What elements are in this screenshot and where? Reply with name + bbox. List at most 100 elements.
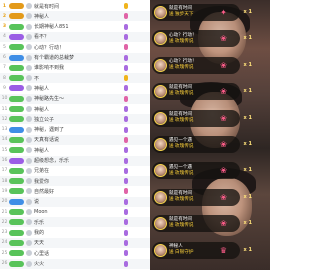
username[interactable]: 心动？行动！ xyxy=(34,44,122,51)
username[interactable]: 独立公子 xyxy=(34,116,122,123)
username[interactable]: 心里话 xyxy=(34,250,122,257)
gift-icon: ❀ xyxy=(220,34,227,44)
avatar xyxy=(26,167,32,174)
user-level-badge xyxy=(9,239,24,246)
gift-text: 就是有时间送 玫瑰传说 xyxy=(169,111,193,124)
gift-icon: ❀ xyxy=(220,60,227,70)
ranking-row[interactable]: 9 神秘人 xyxy=(0,83,150,93)
username[interactable]: 我的 xyxy=(34,229,122,236)
username[interactable]: 天天 xyxy=(34,239,122,246)
username[interactable]: 兄弟在 xyxy=(34,167,122,174)
avatar xyxy=(26,85,32,92)
rank-number: 22 xyxy=(1,219,8,225)
contribution-badge xyxy=(124,229,150,236)
avatar xyxy=(26,13,32,20)
ranking-row[interactable]: 6 有个霸道的总裁梦 xyxy=(0,52,150,63)
username[interactable]: 超级想念，乐乐 xyxy=(34,157,122,164)
ranking-row[interactable]: 16 超级想念，乐乐 xyxy=(0,155,150,166)
ranking-row[interactable]: 2 神秘人 xyxy=(0,11,150,22)
ranking-row[interactable]: 5 心动？行动！ xyxy=(0,42,150,52)
user-level-badge xyxy=(9,116,24,123)
username[interactable]: 神秘人 xyxy=(34,147,122,154)
user-level-badge xyxy=(9,23,24,30)
avatar xyxy=(26,44,32,51)
contribution-badge xyxy=(124,13,150,20)
username[interactable]: 乐乐 xyxy=(34,219,122,226)
gift-action: 送 玫瑰传说 xyxy=(169,38,194,44)
avatar xyxy=(26,33,32,40)
username[interactable]: 天真有话说 xyxy=(34,136,122,143)
ranking-row[interactable]: 10 神秘路先生～ xyxy=(0,93,150,104)
username[interactable]: 神秘路先生～ xyxy=(34,95,122,102)
username[interactable]: 火火 xyxy=(34,260,122,267)
fan-badge xyxy=(124,116,128,123)
username[interactable]: 有个霸道的总裁梦 xyxy=(34,54,122,61)
ranking-row[interactable]: 25 心里话 xyxy=(0,248,150,258)
ranking-row[interactable]: 26 火火 xyxy=(0,258,150,269)
ranking-row[interactable]: 11 神秘人 xyxy=(0,104,150,114)
fan-badge xyxy=(124,44,128,51)
ranking-row[interactable]: 21 Moon xyxy=(0,207,150,217)
user-level-badge xyxy=(9,44,24,51)
contribution-badge xyxy=(124,126,150,133)
live-stream-view[interactable]: 就是有时间送 独步天下 ✦ x 1 心动？行动！送 玫瑰传说 ❀ x 1 心动？行动！送 玫… xyxy=(150,0,270,270)
username[interactable]: 看不？ xyxy=(34,33,122,40)
ranking-row[interactable]: 8不 xyxy=(0,73,150,84)
contribution-badge xyxy=(124,3,150,10)
user-level-badge xyxy=(9,157,24,164)
gift-sender: 就是有时间 xyxy=(169,190,192,196)
gift-text: 心动？行动！送 玫瑰传说 xyxy=(169,59,197,71)
ranking-row[interactable]: 18 我爱你 xyxy=(0,176,150,187)
username[interactable]: Moon xyxy=(34,209,122,215)
ranking-row[interactable]: 4 看不？ xyxy=(0,31,150,43)
ranking-row[interactable]: 12 独立公子 xyxy=(0,114,150,125)
username[interactable]: 不 xyxy=(34,75,122,82)
ranking-row[interactable]: 20 说 xyxy=(0,196,150,207)
username[interactable]: 就是有时间 xyxy=(34,3,122,10)
fan-badge xyxy=(124,33,128,40)
ranking-row[interactable]: 13 神秘，遇到了 xyxy=(0,125,150,135)
fan-badge xyxy=(124,126,128,133)
rank-number: 18 xyxy=(1,178,8,184)
ranking-row[interactable]: 19 自然最好 xyxy=(0,186,150,196)
fan-badge xyxy=(124,23,128,30)
fan-badge xyxy=(124,167,128,174)
ranking-row[interactable]: 14 天真有话说 xyxy=(0,134,150,146)
contribution-badge xyxy=(124,239,150,246)
username[interactable]: 说 xyxy=(34,198,122,205)
rank-number: 26 xyxy=(1,261,8,267)
username[interactable]: 自然最好 xyxy=(34,188,122,195)
gift-action: 送 独步天下 xyxy=(169,12,194,18)
username[interactable]: 长期神秘人851 xyxy=(34,23,122,30)
ranking-row[interactable]: 7 谁影响不到我 xyxy=(0,63,150,73)
user-level-badge xyxy=(9,209,24,216)
gift-action: 送 玫瑰传说 xyxy=(169,223,194,229)
ranking-row[interactable]: 3 长期神秘人851 xyxy=(0,22,150,32)
gift-count: x 1 xyxy=(243,167,252,174)
fan-badge xyxy=(124,3,128,10)
user-level-badge xyxy=(9,260,24,267)
user-level-badge xyxy=(9,250,24,257)
gift-notification: 遇见一个遇送 玫瑰传说 ❀ x 1 xyxy=(152,136,252,153)
ranking-row[interactable]: 23 我的 xyxy=(0,228,150,238)
ranking-row[interactable]: 1 就是有时间 xyxy=(0,1,150,11)
contribution-badge xyxy=(124,178,150,185)
rank-number: 1 xyxy=(2,3,7,9)
ranking-row[interactable]: 17 兄弟在 xyxy=(0,166,150,176)
username[interactable]: 我爱你 xyxy=(34,178,122,185)
rank-number: 5 xyxy=(3,44,6,50)
gift-count: x 1 xyxy=(243,246,252,253)
avatar xyxy=(26,198,32,205)
username[interactable]: 神秘人 xyxy=(34,106,122,113)
username[interactable]: 谁影响不到我 xyxy=(34,64,122,71)
user-level-badge xyxy=(9,219,24,226)
ranking-row[interactable]: 24 天天 xyxy=(0,237,150,249)
rank-number: 2 xyxy=(2,13,7,19)
ranking-row[interactable]: 15 神秘人 xyxy=(0,145,150,155)
username[interactable]: 神秘人 xyxy=(34,13,122,20)
ranking-row[interactable]: 22 乐乐 xyxy=(0,217,150,228)
rank-number: 15 xyxy=(1,147,8,153)
username[interactable]: 神秘人 xyxy=(34,85,122,92)
username[interactable]: 神秘，遇到了 xyxy=(34,126,122,133)
gift-sender: 就是有时间 xyxy=(169,111,192,117)
